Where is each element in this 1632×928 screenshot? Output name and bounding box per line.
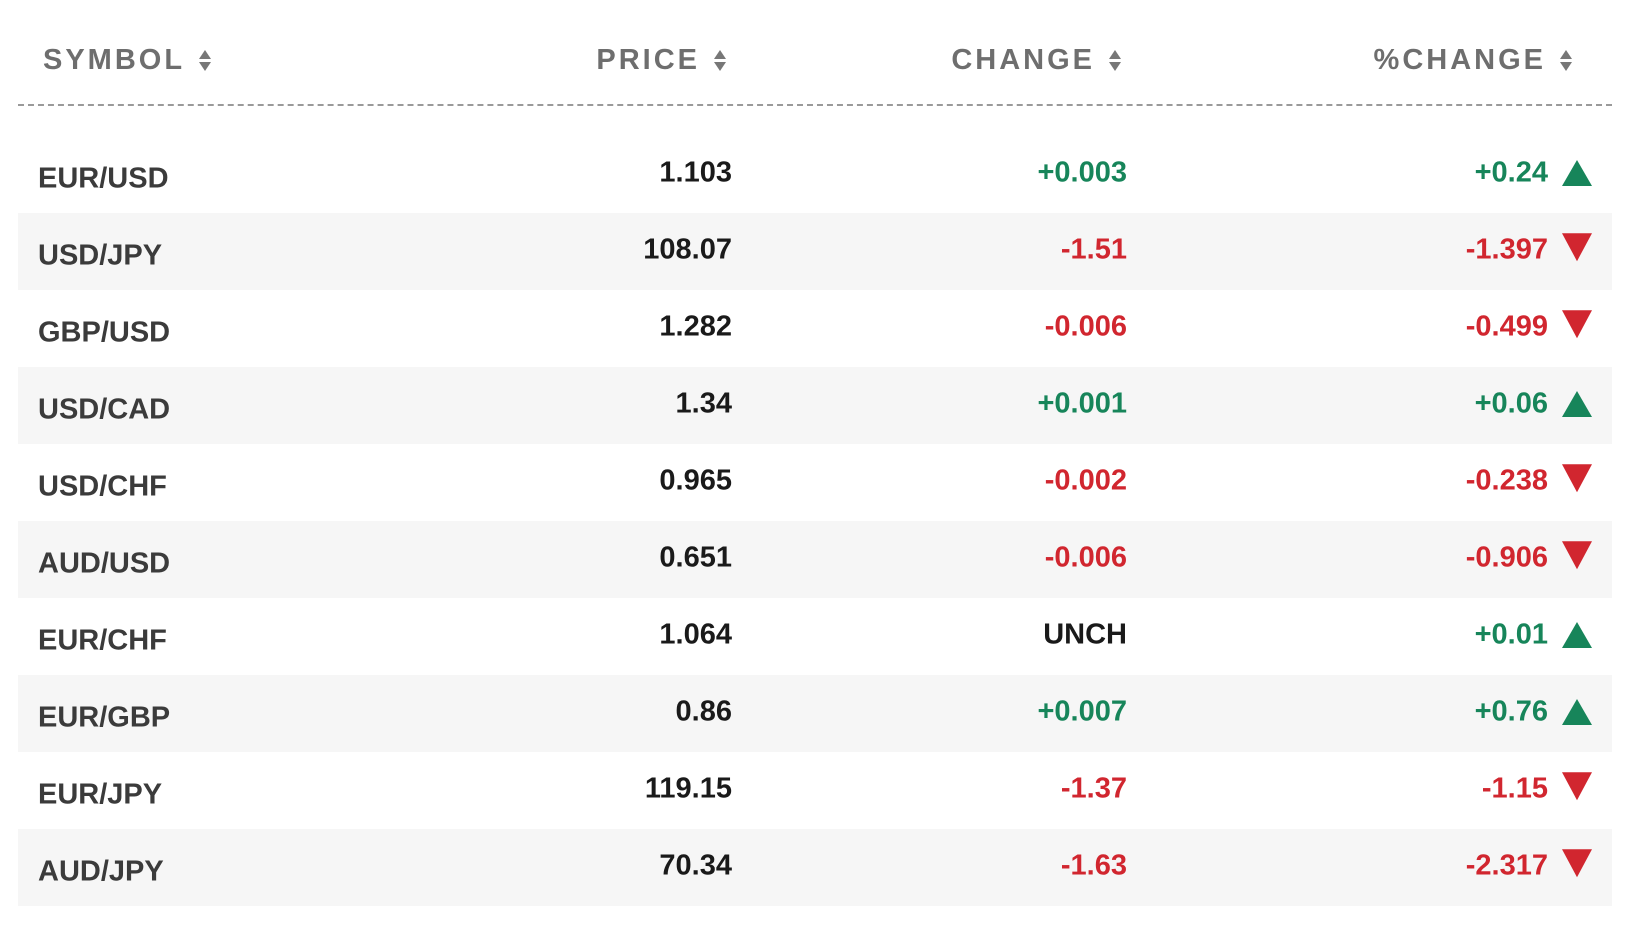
price-cell: 119.15 [644, 772, 732, 804]
column-header-symbol-label: SYMBOL [43, 43, 186, 76]
symbol-cell[interactable]: EUR/GBP [38, 701, 170, 734]
symbol-cell[interactable]: EUR/CHF [38, 624, 167, 657]
price-cell: 0.651 [659, 541, 732, 573]
price-cell: 0.965 [659, 464, 732, 496]
table-row[interactable]: EUR/GBP 0.86 +0.007 +0.76 [18, 675, 1612, 752]
table-body: EUR/USD 1.103 +0.003 +0.24 USD/JPY 108.07 -1.5… [18, 136, 1612, 906]
change-cell: UNCH [1043, 618, 1127, 650]
table-row[interactable]: EUR/CHF 1.064 UNCH +0.01 [18, 598, 1612, 675]
change-cell: -0.006 [1044, 310, 1127, 342]
change-cell: +0.001 [1037, 387, 1127, 419]
change-cell: -1.63 [1060, 849, 1127, 881]
price-cell: 108.07 [643, 233, 732, 265]
change-cell: +0.003 [1037, 156, 1127, 188]
symbol-cell[interactable]: USD/CAD [38, 393, 170, 426]
table-row[interactable]: GBP/USD 1.282 -0.006 -0.499 [18, 290, 1612, 367]
pct-change-cell: -2.317 [1465, 849, 1548, 881]
symbol-cell[interactable]: USD/JPY [38, 239, 162, 272]
table-row[interactable]: USD/CHF 0.965 -0.002 -0.238 [18, 444, 1612, 521]
pct-change-cell: -1.397 [1465, 233, 1548, 265]
table-row[interactable]: EUR/USD 1.103 +0.003 +0.24 [18, 136, 1612, 213]
sort-icon[interactable] [199, 49, 212, 71]
table-row[interactable]: USD/CAD 1.34 +0.001 +0.06 [18, 367, 1612, 444]
pct-change-cell: -0.499 [1465, 310, 1548, 342]
triangle-up-icon [1562, 159, 1592, 186]
column-header-pct-change-label: %CHANGE [1373, 43, 1546, 76]
change-cell: -0.006 [1044, 541, 1127, 573]
price-cell: 1.282 [659, 310, 732, 342]
price-cell: 1.34 [675, 387, 732, 419]
table-row[interactable]: USD/JPY 108.07 -1.51 -1.397 [18, 213, 1612, 290]
pct-change-cell: +0.01 [1474, 618, 1548, 650]
currency-quotes-table: SYMBOL PRICE CHANGE %CHANGE EUR/USD 1.103… [18, 0, 1612, 906]
sort-icon[interactable] [714, 49, 726, 71]
triangle-up-icon [1562, 390, 1592, 417]
symbol-cell[interactable]: AUD/JPY [38, 855, 164, 888]
column-header-price-label: PRICE [596, 43, 700, 76]
pct-change-cell: -0.238 [1465, 464, 1548, 496]
triangle-down-icon [1562, 309, 1592, 338]
pct-change-cell: -1.15 [1481, 772, 1548, 804]
pct-change-cell: +0.76 [1474, 695, 1548, 727]
symbol-cell[interactable]: EUR/JPY [38, 778, 162, 811]
triangle-down-icon [1562, 232, 1592, 261]
triangle-down-icon [1562, 540, 1592, 569]
column-header-change-label: CHANGE [951, 43, 1095, 76]
price-cell: 0.86 [675, 695, 732, 727]
sort-icon[interactable] [1109, 49, 1121, 71]
column-header-pct-change[interactable]: %CHANGE [1374, 42, 1572, 78]
pct-change-cell: +0.06 [1474, 387, 1548, 419]
table-row[interactable]: AUD/USD 0.651 -0.006 -0.906 [18, 521, 1612, 598]
change-cell: -1.37 [1060, 772, 1127, 804]
triangle-down-icon [1562, 463, 1592, 492]
triangle-up-icon [1562, 621, 1592, 648]
change-cell: +0.007 [1037, 695, 1127, 727]
table-row[interactable]: AUD/JPY 70.34 -1.63 -2.317 [18, 829, 1612, 906]
sort-icon[interactable] [1560, 49, 1572, 71]
change-cell: -0.002 [1044, 464, 1127, 496]
pct-change-cell: +0.24 [1474, 156, 1548, 188]
triangle-down-icon [1562, 848, 1592, 877]
column-header-change[interactable]: CHANGE [951, 42, 1121, 78]
price-cell: 70.34 [659, 849, 732, 881]
symbol-cell[interactable]: USD/CHF [38, 470, 167, 503]
price-cell: 1.103 [659, 156, 732, 188]
symbol-cell[interactable]: EUR/USD [38, 162, 169, 195]
triangle-down-icon [1562, 771, 1592, 800]
symbol-cell[interactable]: GBP/USD [38, 316, 170, 349]
triangle-up-icon [1562, 698, 1592, 725]
pct-change-cell: -0.906 [1465, 541, 1548, 573]
table-header: SYMBOL PRICE CHANGE %CHANGE [18, 0, 1612, 106]
table-row[interactable]: EUR/JPY 119.15 -1.37 -1.15 [18, 752, 1612, 829]
symbol-cell[interactable]: AUD/USD [38, 547, 170, 580]
price-cell: 1.064 [659, 618, 732, 650]
column-header-price[interactable]: PRICE [596, 42, 726, 78]
column-header-symbol[interactable]: SYMBOL [43, 42, 212, 78]
change-cell: -1.51 [1060, 233, 1127, 265]
